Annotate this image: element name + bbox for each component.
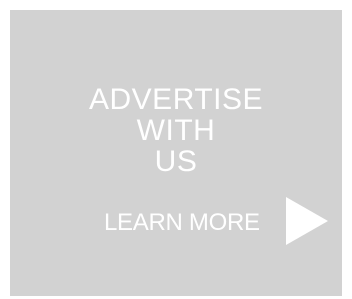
play-arrow-icon[interactable] bbox=[286, 197, 328, 245]
learn-more-link[interactable]: LEARN MORE bbox=[104, 209, 260, 237]
headline-line-3: US bbox=[154, 145, 198, 178]
advertise-headline: ADVERTISE WITH US bbox=[10, 84, 342, 177]
advertise-banner[interactable]: ADVERTISE WITH US LEARN MORE bbox=[10, 10, 342, 296]
headline-line-1: ADVERTISE bbox=[89, 83, 263, 116]
headline-line-2: WITH bbox=[136, 114, 216, 147]
